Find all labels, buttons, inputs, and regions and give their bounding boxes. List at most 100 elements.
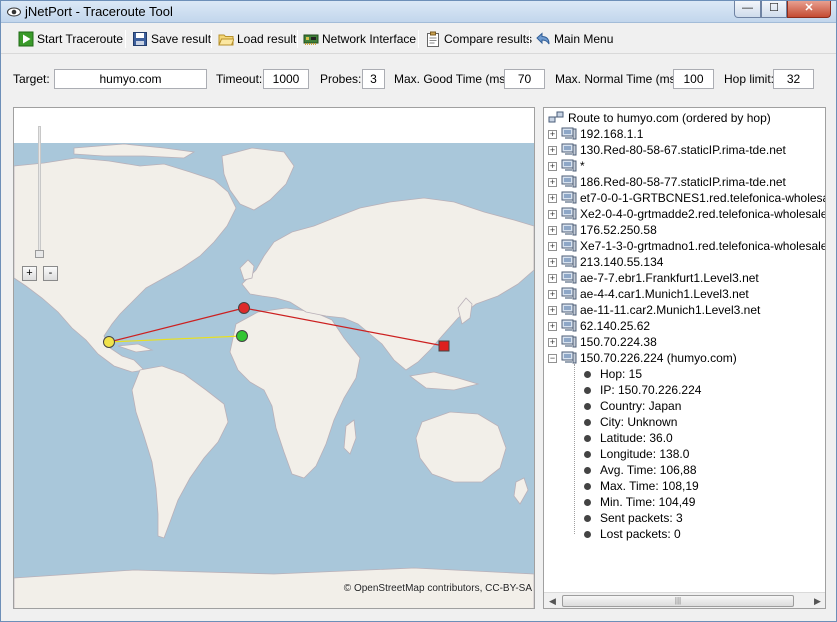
scroll-thumb[interactable]: ||| (562, 595, 794, 607)
scroll-right-icon[interactable]: ▶ (809, 593, 825, 608)
detail-label: City: Unknown (600, 415, 678, 429)
detail-item[interactable]: Max. Time: 108,19 (584, 478, 699, 494)
world-map[interactable]: + - © OpenStreetMap contributors, CC-BY-… (13, 107, 535, 609)
minimize-button[interactable]: — (734, 1, 761, 18)
hop-node[interactable]: +213.140.55.134 (548, 254, 663, 270)
network-interface-button[interactable]: Network Interface (303, 29, 416, 49)
hop-label: ae-7-7.ebr1.Frankfurt1.Level3.net (580, 271, 759, 285)
maximize-button[interactable]: ☐ (761, 1, 787, 18)
title-bar: jNetPort - Traceroute Tool — ☐ ✕ (1, 1, 836, 23)
compare-results-button[interactable]: Compare results (425, 29, 532, 49)
detail-item[interactable]: Min. Time: 104,49 (584, 494, 695, 510)
network-interface-label: Network Interface (322, 32, 417, 46)
start-traceroute-button[interactable]: Start Traceroute (18, 29, 123, 49)
bullet-icon (584, 450, 591, 458)
scroll-left-icon[interactable]: ◀ (544, 593, 561, 608)
hop-marker-spain[interactable] (236, 330, 248, 342)
timeout-input[interactable] (263, 69, 309, 89)
zoom-in-button[interactable]: + (22, 266, 37, 281)
detail-item[interactable]: IP: 150.70.226.224 (584, 382, 701, 398)
tree-connector-line (574, 364, 575, 534)
expand-toggle[interactable]: + (548, 257, 557, 267)
expand-toggle[interactable]: + (548, 209, 557, 219)
detail-item[interactable]: Avg. Time: 106,88 (584, 462, 697, 478)
hop-node[interactable]: + ae-11-11.car2.Munich1.Level3.net (548, 302, 760, 318)
max-normal-time-input[interactable] (673, 69, 714, 89)
zoom-slider-thumb[interactable] (35, 250, 44, 258)
computer-icon (561, 127, 577, 140)
computer-icon (561, 287, 577, 300)
computer-icon (561, 351, 577, 364)
folder-icon (218, 34, 234, 46)
horizontal-scrollbar[interactable]: ◀ ||| ▶ (544, 592, 825, 608)
hop-node[interactable]: + * (548, 158, 585, 174)
detail-item[interactable]: Hop: 15 (584, 366, 642, 382)
expand-toggle[interactable]: + (548, 273, 557, 283)
hop-node[interactable]: +150.70.224.38 (548, 334, 657, 350)
hop-node[interactable]: +192.168.1.1 (548, 126, 643, 142)
expand-toggle[interactable]: + (548, 241, 557, 251)
route-tree[interactable]: Route to humyo.com (ordered by hop) +192… (543, 107, 826, 609)
map-canvas[interactable] (14, 108, 535, 609)
hop-label: et7-0-0-1-GRTBCNES1.red.telefonica-whole… (580, 191, 826, 205)
save-result-button[interactable]: Save result (132, 29, 211, 49)
hop-node[interactable]: + ae-4-4.car1.Munich1.Level3.net (548, 286, 749, 302)
target-label: Target: (13, 72, 50, 86)
destination-marker-japan[interactable] (438, 340, 450, 352)
expand-toggle[interactable]: + (548, 305, 557, 315)
computer-icon (561, 255, 577, 268)
close-button[interactable]: ✕ (787, 1, 831, 18)
bullet-icon (584, 386, 591, 394)
detail-item[interactable]: Country: Japan (584, 398, 681, 414)
hop-node[interactable]: +62.140.25.62 (548, 318, 650, 334)
target-input[interactable] (54, 69, 207, 89)
toolbar: Start Traceroute Save result Load result… (1, 24, 836, 54)
hop-node[interactable]: + Xe7-1-3-0-grtmadno1.red.telefonica-whol… (548, 238, 825, 254)
hop-node[interactable]: + ae-7-7.ebr1.Frankfurt1.Level3.net (548, 270, 759, 286)
hop-limit-input[interactable] (773, 69, 814, 89)
hop-node[interactable]: +176.52.250.58 (548, 222, 657, 238)
detail-item[interactable]: Longitude: 138.0 (584, 446, 689, 462)
expand-toggle[interactable]: + (548, 289, 557, 299)
expand-toggle[interactable]: + (548, 129, 557, 139)
detail-label: Longitude: 138.0 (600, 447, 690, 461)
expand-toggle[interactable]: + (548, 193, 557, 203)
toolbar-separator (529, 30, 530, 48)
detail-item[interactable]: Lost packets: 0 (584, 526, 681, 542)
max-good-time-input[interactable] (504, 69, 545, 89)
hop-node[interactable]: +130.Red-80-58-67.staticIP.rima-tde.net (548, 142, 786, 158)
bullet-icon (584, 514, 591, 522)
back-arrow-icon (536, 32, 550, 45)
expand-toggle[interactable]: + (548, 145, 557, 155)
hop-label: Xe2-0-4-0-grtmadde2.red.telefonica-whole… (580, 207, 826, 221)
expand-toggle[interactable]: + (548, 321, 557, 331)
expand-toggle[interactable]: + (548, 177, 557, 187)
hop-node[interactable]: − 150.70.226.224 (humyo.com) (548, 350, 737, 366)
expand-toggle[interactable]: + (548, 225, 557, 235)
zoom-slider-track[interactable] (38, 126, 41, 256)
hop-label: * (580, 159, 585, 173)
collapse-toggle[interactable]: − (548, 353, 557, 363)
hop-marker-usa[interactable] (103, 336, 115, 348)
expand-toggle[interactable]: + (548, 337, 557, 347)
detail-label: IP: 150.70.226.224 (600, 383, 702, 397)
probes-input[interactable] (362, 69, 385, 89)
map-attribution: © OpenStreetMap contributors, CC-BY-SA (343, 583, 532, 594)
hop-marker-europe[interactable] (238, 302, 250, 314)
tree-root[interactable]: Route to humyo.com (ordered by hop) (548, 110, 771, 126)
detail-item[interactable]: City: Unknown (584, 414, 677, 430)
bullet-icon (584, 482, 591, 490)
hop-node[interactable]: + et7-0-0-1-GRTBCNES1.red.telefonica-whol… (548, 190, 826, 206)
expand-toggle[interactable]: + (548, 161, 557, 171)
hop-label: 130.Red-80-58-67.staticIP.rima-tde.net (580, 143, 786, 157)
detail-item[interactable]: Sent packets: 3 (584, 510, 683, 526)
main-menu-button[interactable]: Main Menu (535, 29, 613, 49)
detail-label: Avg. Time: 106,88 (600, 463, 697, 477)
computer-icon (561, 191, 577, 204)
hop-node[interactable]: +186.Red-80-58-77.staticIP.rima-tde.net (548, 174, 786, 190)
detail-item[interactable]: Latitude: 36.0 (584, 430, 673, 446)
hop-node[interactable]: + Xe2-0-4-0-grtmadde2.red.telefonica-whol… (548, 206, 826, 222)
zoom-out-button[interactable]: - (43, 266, 58, 281)
hop-label: 62.140.25.62 (580, 319, 651, 333)
load-result-button[interactable]: Load result (218, 29, 296, 49)
